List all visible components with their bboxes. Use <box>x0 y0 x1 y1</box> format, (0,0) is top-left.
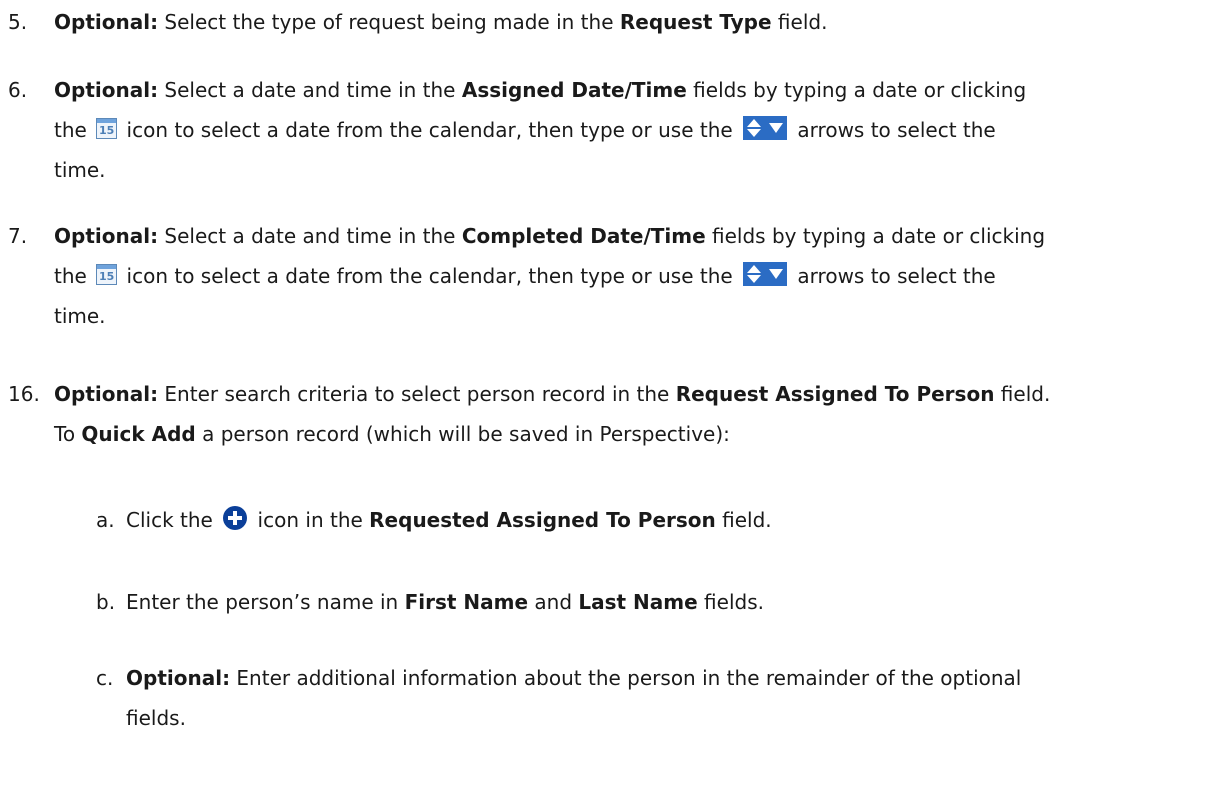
step-text-part: the <box>54 264 87 288</box>
step-text: Optional: Select a date and time in the … <box>54 216 1198 336</box>
step-number: 7. <box>8 224 28 248</box>
substep-text: Optional: Enter additional information a… <box>126 658 1198 738</box>
step-text-part: fields. <box>697 590 764 614</box>
substep-letter: a. <box>96 508 115 532</box>
step-line: time. <box>54 158 106 182</box>
step-text-part: Enter search criteria to select person r… <box>158 382 676 406</box>
step-text-part: a person record (which will be saved in … <box>195 422 730 446</box>
field-name: Request Type <box>619 10 772 34</box>
substep-letter: b. <box>96 590 116 614</box>
step-text-part: Enter the person’s name in <box>126 590 405 614</box>
step-text-part: Select the type of request being made in… <box>158 10 620 34</box>
step-text-part: icon to select a date from the calendar,… <box>120 264 740 288</box>
field-name: Request Assigned To Person <box>675 382 995 406</box>
calendar-icon: 15 <box>96 264 118 285</box>
step-text: Optional: Select a date and time in the … <box>54 70 1198 190</box>
step-line: the 15 icon to select a date from the ca… <box>54 110 1198 150</box>
optional-label: Optional: <box>54 224 159 248</box>
calendar-day: 15 <box>99 270 115 283</box>
step-line: To Quick Add a person record (which will… <box>54 414 1198 454</box>
step-text-part: arrows to select the <box>791 264 996 288</box>
substep-text: Enter the person’s name in First Name an… <box>126 582 1198 622</box>
optional-label: Optional: <box>54 10 159 34</box>
step-number: 5. <box>8 10 28 34</box>
step-text-part: Click the <box>126 508 213 532</box>
step-text-part: fields by typing a date or clicking <box>705 224 1046 248</box>
calendar-icon: 15 <box>96 118 118 139</box>
step-number: 16. <box>8 382 40 406</box>
up-down-arrows-icon <box>743 115 788 140</box>
optional-label: Optional: <box>54 78 159 102</box>
step-text-part: icon to select a date from the calendar,… <box>120 118 740 142</box>
step-text-part: fields by typing a date or clicking <box>686 78 1027 102</box>
field-name: Completed Date/Time <box>461 224 706 248</box>
step-text-part: field. <box>771 10 828 34</box>
step-text-part: field. <box>994 382 1051 406</box>
step-text-part: arrows to select the <box>791 118 996 142</box>
step-text: Optional: Enter search criteria to selec… <box>54 374 1198 454</box>
field-name: Requested Assigned To Person <box>369 508 716 532</box>
step-text-part: the <box>54 118 87 142</box>
optional-label: Optional: <box>126 666 231 690</box>
optional-label: Optional: <box>54 382 159 406</box>
step-line: time. <box>54 304 106 328</box>
step-line: Optional: Select a date and time in the … <box>54 216 1198 256</box>
substep-text: Click the icon in the Requested Assigned… <box>126 500 1198 540</box>
step-line: fields. <box>126 706 186 730</box>
step-text-part: icon in the <box>251 508 370 532</box>
step-text-part: Select a date and time in the <box>158 78 462 102</box>
step-number: 6. <box>8 78 28 102</box>
step-line: Optional: Enter search criteria to selec… <box>54 374 1198 414</box>
step-line: the 15 icon to select a date from the ca… <box>54 256 1198 296</box>
quick-add-label: Quick Add <box>81 422 196 446</box>
up-down-arrows-icon <box>743 261 788 286</box>
step-text-part: Enter additional information about the p… <box>230 666 1022 690</box>
field-name: Last Name <box>578 590 698 614</box>
calendar-day: 15 <box>99 124 115 137</box>
field-name: Assigned Date/Time <box>461 78 687 102</box>
add-circle-icon <box>223 505 248 530</box>
step-text-part: Select a date and time in the <box>158 224 462 248</box>
step-text-part: To <box>54 422 82 446</box>
substep-letter: c. <box>96 666 114 690</box>
field-name: First Name <box>404 590 529 614</box>
step-line: Optional: Select a date and time in the … <box>54 70 1198 110</box>
step-text-part: field. <box>715 508 772 532</box>
step-line: Optional: Enter additional information a… <box>126 658 1198 698</box>
step-text-part: and <box>528 590 579 614</box>
step-text: Optional: Select the type of request bei… <box>54 2 1198 42</box>
